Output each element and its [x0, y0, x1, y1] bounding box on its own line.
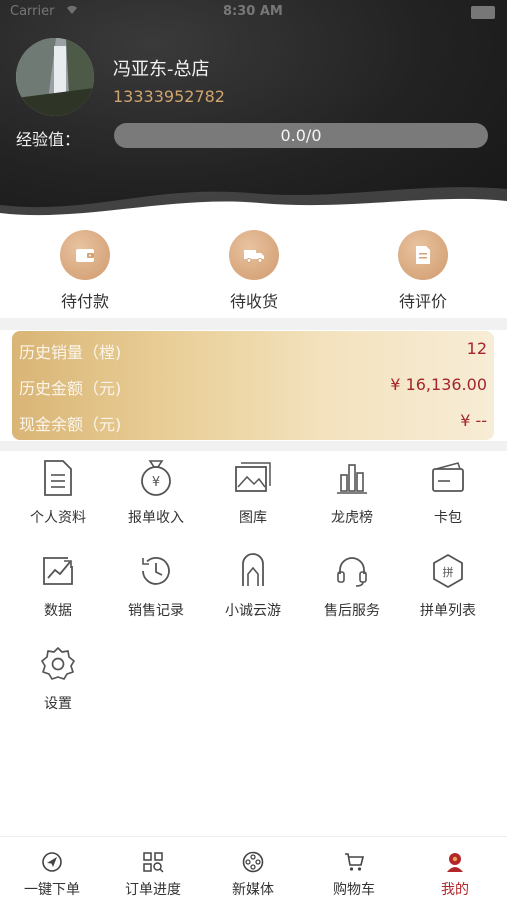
stat-label: 历史销量（樘) — [19, 343, 122, 362]
menu-profile[interactable]: 个人资料 — [8, 459, 108, 527]
order-label: 待收货 — [229, 292, 278, 311]
bottom-tab-bar: 一键下单 订单进度 新媒体 购物车 我的 — [0, 836, 507, 901]
exp-progress-bar: 0.0/0 — [114, 123, 488, 148]
menu-card-wallet[interactable]: 卡包 — [398, 459, 498, 527]
carrier-label: Carrier — [10, 4, 55, 19]
tab-quick-order[interactable]: 一键下单 — [12, 851, 92, 899]
cart-icon — [345, 853, 365, 871]
wifi-icon — [64, 3, 80, 18]
stat-row-sales[interactable]: 历史销量（樘) 12 — [19, 339, 487, 363]
section-divider — [0, 318, 507, 330]
menu-label: 拼单列表 — [420, 603, 476, 619]
chart-icon — [43, 557, 73, 585]
menu-ranking[interactable]: 龙虎榜 — [302, 459, 402, 527]
user-phone: 13333952782 — [113, 87, 225, 106]
money-bag-icon: ¥ — [141, 460, 171, 496]
stat-value: ¥ -- — [460, 411, 487, 430]
stat-value: ¥ 16,136.00 — [390, 375, 487, 394]
user-icon — [447, 853, 463, 872]
user-name: 冯亚东-总店 — [113, 59, 210, 80]
order-pending-receipt[interactable]: 待收货 — [199, 230, 309, 312]
order-label: 待评价 — [398, 292, 447, 311]
menu-label: 报单收入 — [128, 510, 184, 526]
menu-label: 卡包 — [434, 510, 462, 526]
menu-label: 个人资料 — [30, 510, 86, 526]
qr-search-icon — [143, 852, 164, 873]
profile-doc-icon — [44, 460, 72, 496]
truck-icon — [229, 230, 279, 280]
menu-label: 售后服务 — [324, 603, 380, 619]
svg-text:¥: ¥ — [152, 475, 160, 490]
tab-mine[interactable]: 我的 — [415, 851, 495, 899]
menu-label: 数据 — [44, 603, 72, 619]
menu-group-buy-list[interactable]: 拼 拼单列表 — [398, 552, 498, 620]
menu-cloud-tour[interactable]: 小诚云游 — [203, 552, 303, 620]
order-pending-review[interactable]: 待评价 — [368, 230, 478, 312]
wallet-icon — [60, 230, 110, 280]
menu-data[interactable]: 数据 — [8, 552, 108, 620]
menu-label: 图库 — [239, 510, 267, 526]
stats-card: 历史销量（樘) 12 历史金额（元) ¥ 16,136.00 现金余额（元) ¥… — [12, 331, 494, 440]
menu-label: 小诚云游 — [225, 603, 281, 619]
clock: 8:30 AM — [223, 4, 283, 19]
section-divider — [0, 441, 507, 451]
menu-gallery[interactable]: 图库 — [203, 459, 303, 527]
menu-after-sales[interactable]: 售后服务 — [302, 552, 402, 620]
stat-row-balance[interactable]: 现金余额（元) ¥ -- — [19, 411, 487, 435]
order-label: 待付款 — [60, 292, 109, 311]
stat-value: 12 — [466, 339, 487, 358]
status-bar: Carrier 8:30 AM — [0, 0, 507, 26]
exp-value: 0.0/0 — [280, 126, 322, 145]
tab-new-media[interactable]: 新媒体 — [213, 851, 293, 899]
send-icon — [42, 852, 62, 872]
stat-label: 现金余额（元) — [19, 415, 122, 434]
tour-icon — [242, 553, 264, 586]
menu-label: 设置 — [44, 696, 72, 712]
document-icon — [398, 230, 448, 280]
tab-cart[interactable]: 购物车 — [314, 851, 394, 899]
header-wave — [0, 187, 507, 225]
avatar[interactable] — [16, 38, 94, 116]
history-icon — [142, 557, 170, 585]
menu-label: 龙虎榜 — [331, 510, 373, 526]
tab-label: 我的 — [441, 882, 469, 898]
tab-label: 订单进度 — [125, 882, 181, 898]
stat-row-amount[interactable]: 历史金额（元) ¥ 16,136.00 — [19, 375, 487, 399]
menu-label: 销售记录 — [128, 603, 184, 619]
gallery-icon — [235, 462, 271, 492]
stat-label: 历史金额（元) — [19, 379, 122, 398]
menu-settings[interactable]: 设置 — [8, 645, 108, 713]
tab-label: 新媒体 — [232, 882, 274, 898]
gear-icon — [41, 647, 75, 680]
tab-order-progress[interactable]: 订单进度 — [113, 851, 193, 899]
order-shortcuts: 待付款 待收货 待评价 — [0, 226, 507, 316]
tab-label: 一键下单 — [24, 882, 80, 898]
tab-label: 购物车 — [333, 882, 375, 898]
card-wallet-icon — [432, 462, 464, 492]
menu-income[interactable]: ¥ 报单收入 — [106, 459, 206, 527]
ranking-icon — [337, 464, 367, 494]
menu-sales-history[interactable]: 销售记录 — [106, 552, 206, 620]
order-pending-payment[interactable]: 待付款 — [30, 230, 140, 312]
exp-label: 经验值： — [16, 130, 81, 149]
headset-icon — [337, 557, 367, 587]
battery-icon — [471, 6, 495, 19]
profile-header: Carrier 8:30 AM 冯亚东-总店 13333952782 经验值： … — [0, 0, 507, 225]
film-reel-icon — [242, 851, 264, 873]
svg-text:拼: 拼 — [443, 565, 454, 579]
group-buy-icon: 拼 — [433, 553, 463, 589]
